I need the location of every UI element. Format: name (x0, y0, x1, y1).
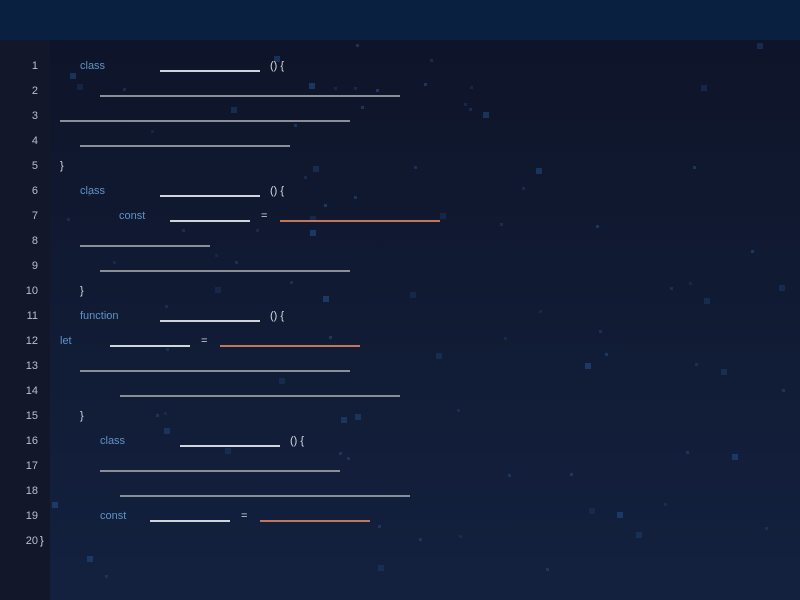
identifier-placeholder (160, 320, 260, 322)
line-number: 13 (25, 360, 38, 372)
code-line[interactable]: 1 class () { (0, 56, 800, 76)
code-line[interactable]: 9 (0, 256, 800, 276)
top-bar (0, 0, 800, 40)
line-number: 12 (25, 335, 38, 347)
particle (378, 565, 384, 571)
keyword-token: const (119, 210, 146, 222)
closing-brace: } (80, 410, 84, 422)
line-number: 1 (31, 60, 38, 72)
code-line[interactable]: 4 (0, 131, 800, 151)
punctuation-token: () { (270, 60, 285, 72)
statement-placeholder (80, 245, 210, 247)
identifier-placeholder (150, 520, 230, 522)
code-line[interactable]: 15 } (0, 406, 800, 426)
line-number: 17 (25, 460, 38, 472)
line-number: 3 (31, 110, 38, 122)
identifier-placeholder (160, 195, 260, 197)
line-number: 10 (25, 285, 38, 297)
particle (339, 452, 342, 455)
line-number: 14 (25, 385, 38, 397)
code-line[interactable]: 16 class () { (0, 431, 800, 451)
line-number: 9 (31, 260, 38, 272)
code-line[interactable]: 11 function () { (0, 306, 800, 326)
code-line[interactable]: 17 (0, 456, 800, 476)
line-number: 5 (31, 160, 38, 172)
particle (765, 527, 768, 530)
closing-brace: } (60, 160, 64, 172)
particle (546, 568, 549, 571)
code-line[interactable]: 14 (0, 381, 800, 401)
string-placeholder (260, 520, 370, 522)
particle (356, 44, 359, 47)
string-placeholder (220, 345, 360, 347)
code-line[interactable]: 10 } (0, 281, 800, 301)
identifier-placeholder (160, 70, 260, 72)
statement-placeholder (100, 470, 340, 472)
line-number: 11 (26, 310, 38, 322)
assignment-operator: = (241, 510, 248, 522)
line-number: 20 (25, 535, 38, 547)
closing-brace: } (40, 535, 44, 547)
punctuation-token: () { (270, 185, 285, 197)
punctuation-token: () { (290, 435, 305, 447)
line-number: 15 (25, 410, 38, 422)
statement-placeholder (80, 145, 290, 147)
particle (757, 43, 763, 49)
line-number: 6 (31, 185, 38, 197)
keyword-token: class (100, 435, 126, 447)
statement-placeholder (120, 395, 400, 397)
line-number: 16 (25, 435, 38, 447)
line-number: 8 (31, 235, 38, 247)
code-line[interactable]: 8 (0, 231, 800, 251)
statement-placeholder (100, 95, 400, 97)
keyword-token: function (80, 310, 119, 322)
statement-placeholder (80, 370, 350, 372)
keyword-token: class (80, 60, 106, 72)
keyword-token: class (80, 185, 106, 197)
code-editor[interactable]: 1 class () { 2 3 4 5 } 6 class () { 7 co… (0, 40, 800, 600)
particle (105, 575, 108, 578)
statement-placeholder (100, 270, 350, 272)
code-line[interactable]: 18 (0, 481, 800, 501)
keyword-token: const (100, 510, 127, 522)
keyword-token: let (60, 335, 72, 347)
statement-placeholder (120, 495, 410, 497)
code-line[interactable]: 3 (0, 106, 800, 126)
code-line[interactable]: 20 } (0, 531, 800, 551)
statement-placeholder (60, 120, 350, 122)
code-line[interactable]: 19 const = (0, 506, 800, 526)
line-number: 4 (31, 135, 38, 147)
line-number: 7 (31, 210, 38, 222)
identifier-placeholder (180, 445, 280, 447)
assignment-operator: = (201, 335, 208, 347)
code-line[interactable]: 13 (0, 356, 800, 376)
line-number: 19 (25, 510, 38, 522)
code-line[interactable]: 5 } (0, 156, 800, 176)
particle (686, 451, 689, 454)
identifier-placeholder (110, 345, 190, 347)
string-placeholder (280, 220, 440, 222)
particle (87, 556, 93, 562)
code-line[interactable]: 2 (0, 81, 800, 101)
punctuation-token: () { (270, 310, 285, 322)
closing-brace: } (80, 285, 84, 297)
line-number: 2 (31, 85, 38, 97)
code-line[interactable]: 7 const = (0, 206, 800, 226)
identifier-placeholder (170, 220, 250, 222)
code-line[interactable]: 12 let = (0, 331, 800, 351)
line-number: 18 (25, 485, 38, 497)
code-line[interactable]: 6 class () { (0, 181, 800, 201)
assignment-operator: = (261, 210, 268, 222)
particle (304, 176, 307, 179)
